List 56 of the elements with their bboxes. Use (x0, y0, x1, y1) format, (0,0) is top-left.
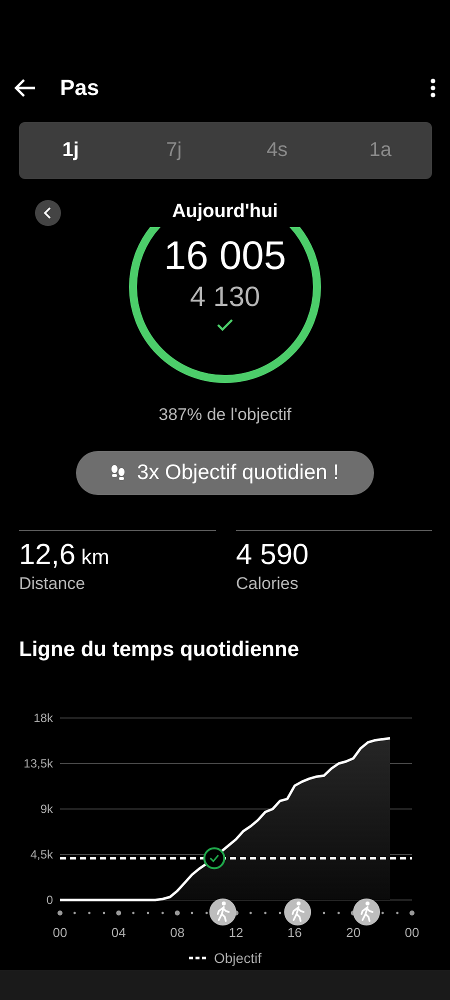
section-title: Ligne du temps quotidienne (19, 638, 300, 662)
goal-reached-icon (203, 847, 226, 870)
stat-value: 4 590 (236, 539, 310, 572)
y-axis-label: 0 (46, 893, 53, 907)
step-count: 16 005 (164, 234, 286, 279)
screen-title: Pas (60, 75, 100, 101)
y-axis-label: 18k (34, 711, 53, 725)
hour-dot (116, 910, 122, 916)
y-axis-label: 13,5k (24, 756, 53, 770)
date-label: Aujourd'hui (172, 201, 278, 223)
x-axis-label: 20 (346, 925, 361, 940)
more-options-icon[interactable] (430, 78, 436, 98)
walking-activity-icon[interactable] (353, 898, 380, 926)
stat-label: Distance (19, 574, 86, 594)
footprints-icon (111, 465, 126, 481)
hour-dot (249, 912, 252, 914)
stat-value: 12,6 km (19, 539, 110, 572)
stat-label: Calories (236, 574, 300, 594)
hour-dot (205, 912, 208, 914)
period-tab[interactable]: 1a (328, 122, 432, 179)
hour-dot (174, 910, 180, 916)
hour-dot (278, 912, 282, 914)
previous-day-icon[interactable] (35, 200, 61, 226)
hour-dot (73, 912, 76, 914)
hour-dot (190, 912, 194, 914)
period-tab[interactable]: 1j (19, 122, 122, 179)
hour-dot (58, 910, 62, 916)
hour-dot (161, 912, 164, 914)
y-axis-label: 4,5k (30, 848, 53, 862)
hour-dot (410, 910, 414, 916)
hour-dot (337, 912, 340, 914)
period-tab[interactable]: 4s (226, 122, 329, 179)
x-axis-label: 08 (170, 925, 185, 940)
x-axis-label: 00 (404, 925, 420, 940)
hour-dot (322, 912, 326, 914)
hour-dot (146, 912, 150, 914)
goal-percentage: 387% de l'objectif (158, 405, 292, 425)
x-axis-label: 00 (52, 925, 68, 940)
walking-activity-icon[interactable] (284, 898, 312, 926)
hour-dot (132, 912, 135, 914)
x-axis-label: 12 (228, 925, 244, 940)
hour-dot (396, 912, 399, 914)
hour-dot (102, 912, 106, 914)
legend-dash-icon (189, 956, 206, 960)
walking-activity-icon[interactable] (209, 898, 236, 926)
legend-label: Objectif (214, 950, 262, 966)
back-icon[interactable] (14, 79, 36, 97)
hour-dot (381, 912, 384, 914)
step-goal: 4 130 (190, 281, 260, 313)
hour-dot (88, 912, 91, 914)
y-axis-label: 9k (40, 802, 53, 816)
hour-dot (264, 912, 267, 914)
achievement-badge: 3x Objectif quotidien ! (76, 451, 374, 495)
x-axis-label: 16 (287, 925, 302, 940)
x-axis-label: 04 (111, 925, 126, 940)
period-tab[interactable]: 7j (122, 122, 226, 179)
